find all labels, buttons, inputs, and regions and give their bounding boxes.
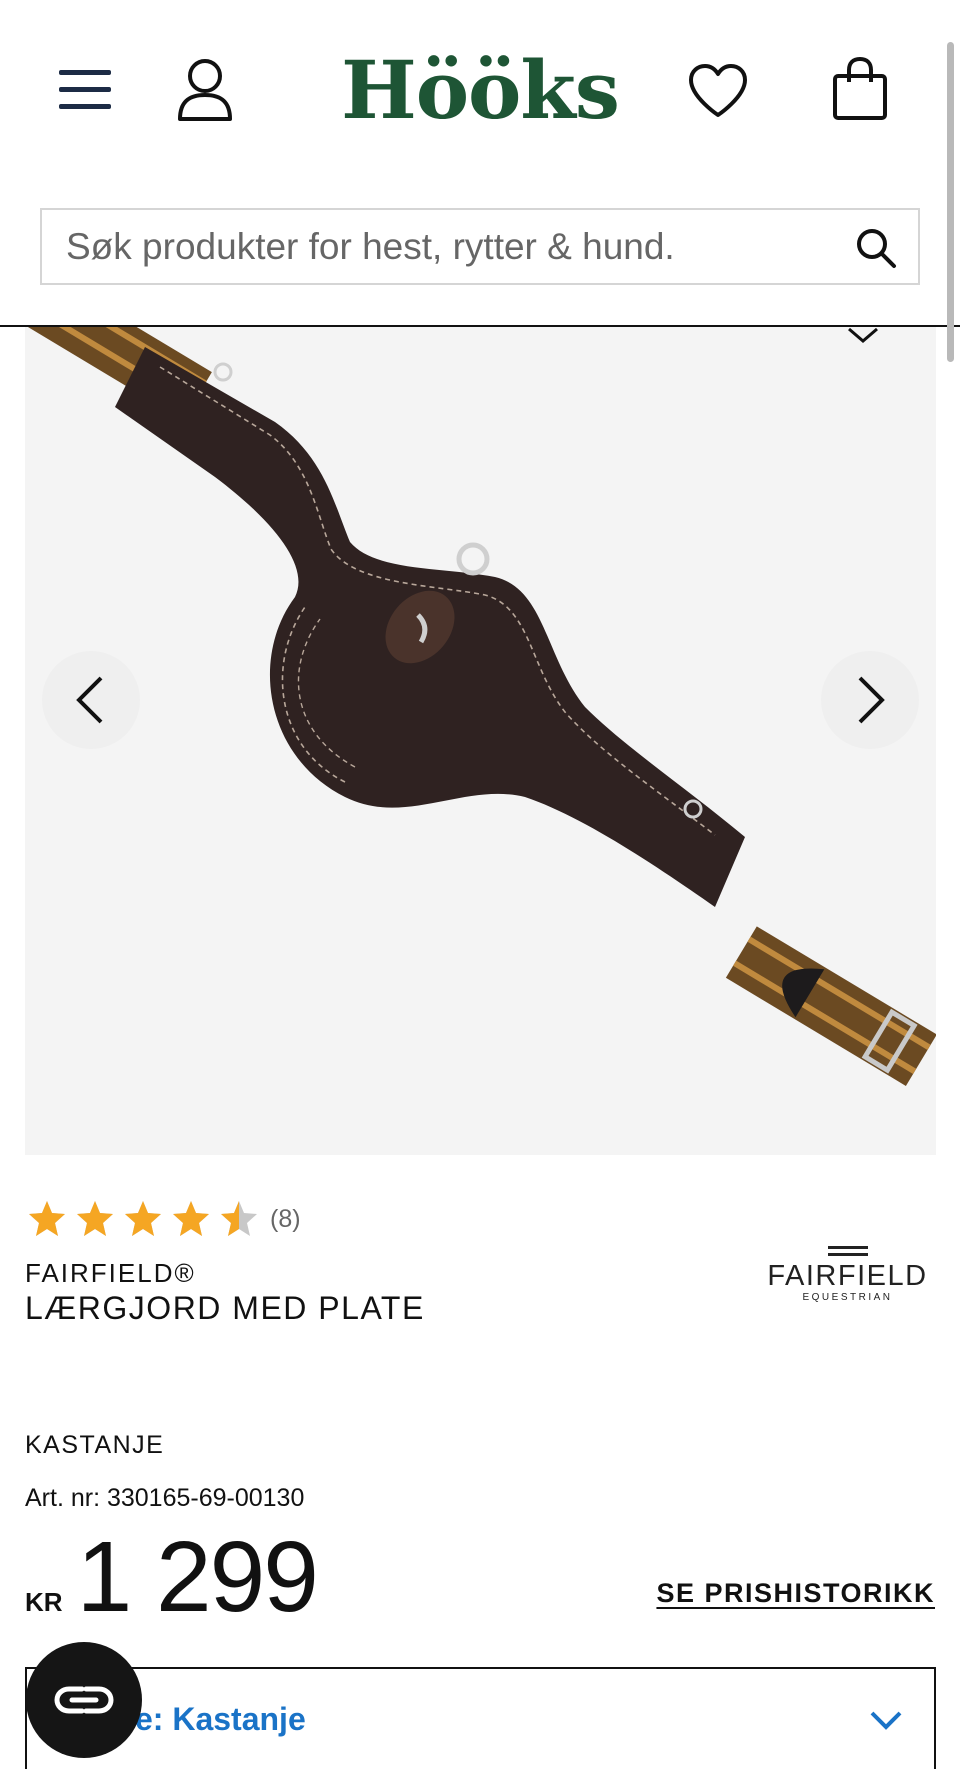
variant-selected-label: e: Kastanje <box>135 1701 306 1737</box>
brand-logo-name: FAIRFIELD <box>767 1260 928 1292</box>
price-currency: KR <box>25 1587 63 1617</box>
user-icon[interactable] <box>170 52 240 128</box>
chat-button[interactable] <box>26 1642 142 1758</box>
product-image-gallery[interactable] <box>25 327 936 1155</box>
product-color-name: KASTANJE <box>25 1431 165 1459</box>
page-scrollbar[interactable] <box>947 42 954 362</box>
brand-logo[interactable]: FAIRFIELD EQUESTRIAN <box>760 1242 935 1314</box>
star-icon <box>173 1201 209 1236</box>
product-price: KR 1 299 <box>25 1520 319 1635</box>
chevron-left-icon <box>76 676 103 724</box>
chevron-right-icon <box>858 676 885 724</box>
brand-logo-bars <box>827 1246 868 1256</box>
star-icon <box>29 1201 65 1236</box>
site-header: Hööks <box>0 0 960 327</box>
gallery-prev-button[interactable] <box>42 651 140 749</box>
site-logo[interactable]: Hööks <box>330 40 630 140</box>
search-bar <box>40 208 920 285</box>
product-brand[interactable]: FAIRFIELD® <box>25 1258 196 1289</box>
menu-icon[interactable] <box>52 60 118 120</box>
heart-icon[interactable] <box>683 58 753 124</box>
price-amount: 1 299 <box>76 1521 319 1633</box>
product-image <box>25 327 936 1086</box>
chevron-down-icon[interactable] <box>843 327 883 347</box>
chat-icon <box>54 1686 114 1714</box>
gallery-next-button[interactable] <box>821 651 919 749</box>
product-title: LÆRGJORD MED PLATE <box>25 1290 425 1326</box>
star-icon <box>77 1201 113 1236</box>
article-number: Art. nr: 330165-69-00130 <box>25 1484 305 1512</box>
rating-stars <box>26 1199 260 1239</box>
bag-icon[interactable] <box>826 52 894 126</box>
search-icon[interactable] <box>852 224 900 272</box>
star-icon <box>125 1201 161 1236</box>
price-history-link[interactable]: SE PRISHISTORIKK <box>656 1578 935 1609</box>
search-input[interactable] <box>66 210 826 283</box>
star-icon <box>221 1201 257 1236</box>
rating-count: (8) <box>270 1204 301 1233</box>
variant-select[interactable]: e: Kastanje <box>25 1667 936 1769</box>
brand-logo-subtitle: EQUESTRIAN <box>802 1292 893 1303</box>
chevron-down-icon <box>870 1711 902 1730</box>
product-rating[interactable]: (8) <box>26 1196 301 1242</box>
